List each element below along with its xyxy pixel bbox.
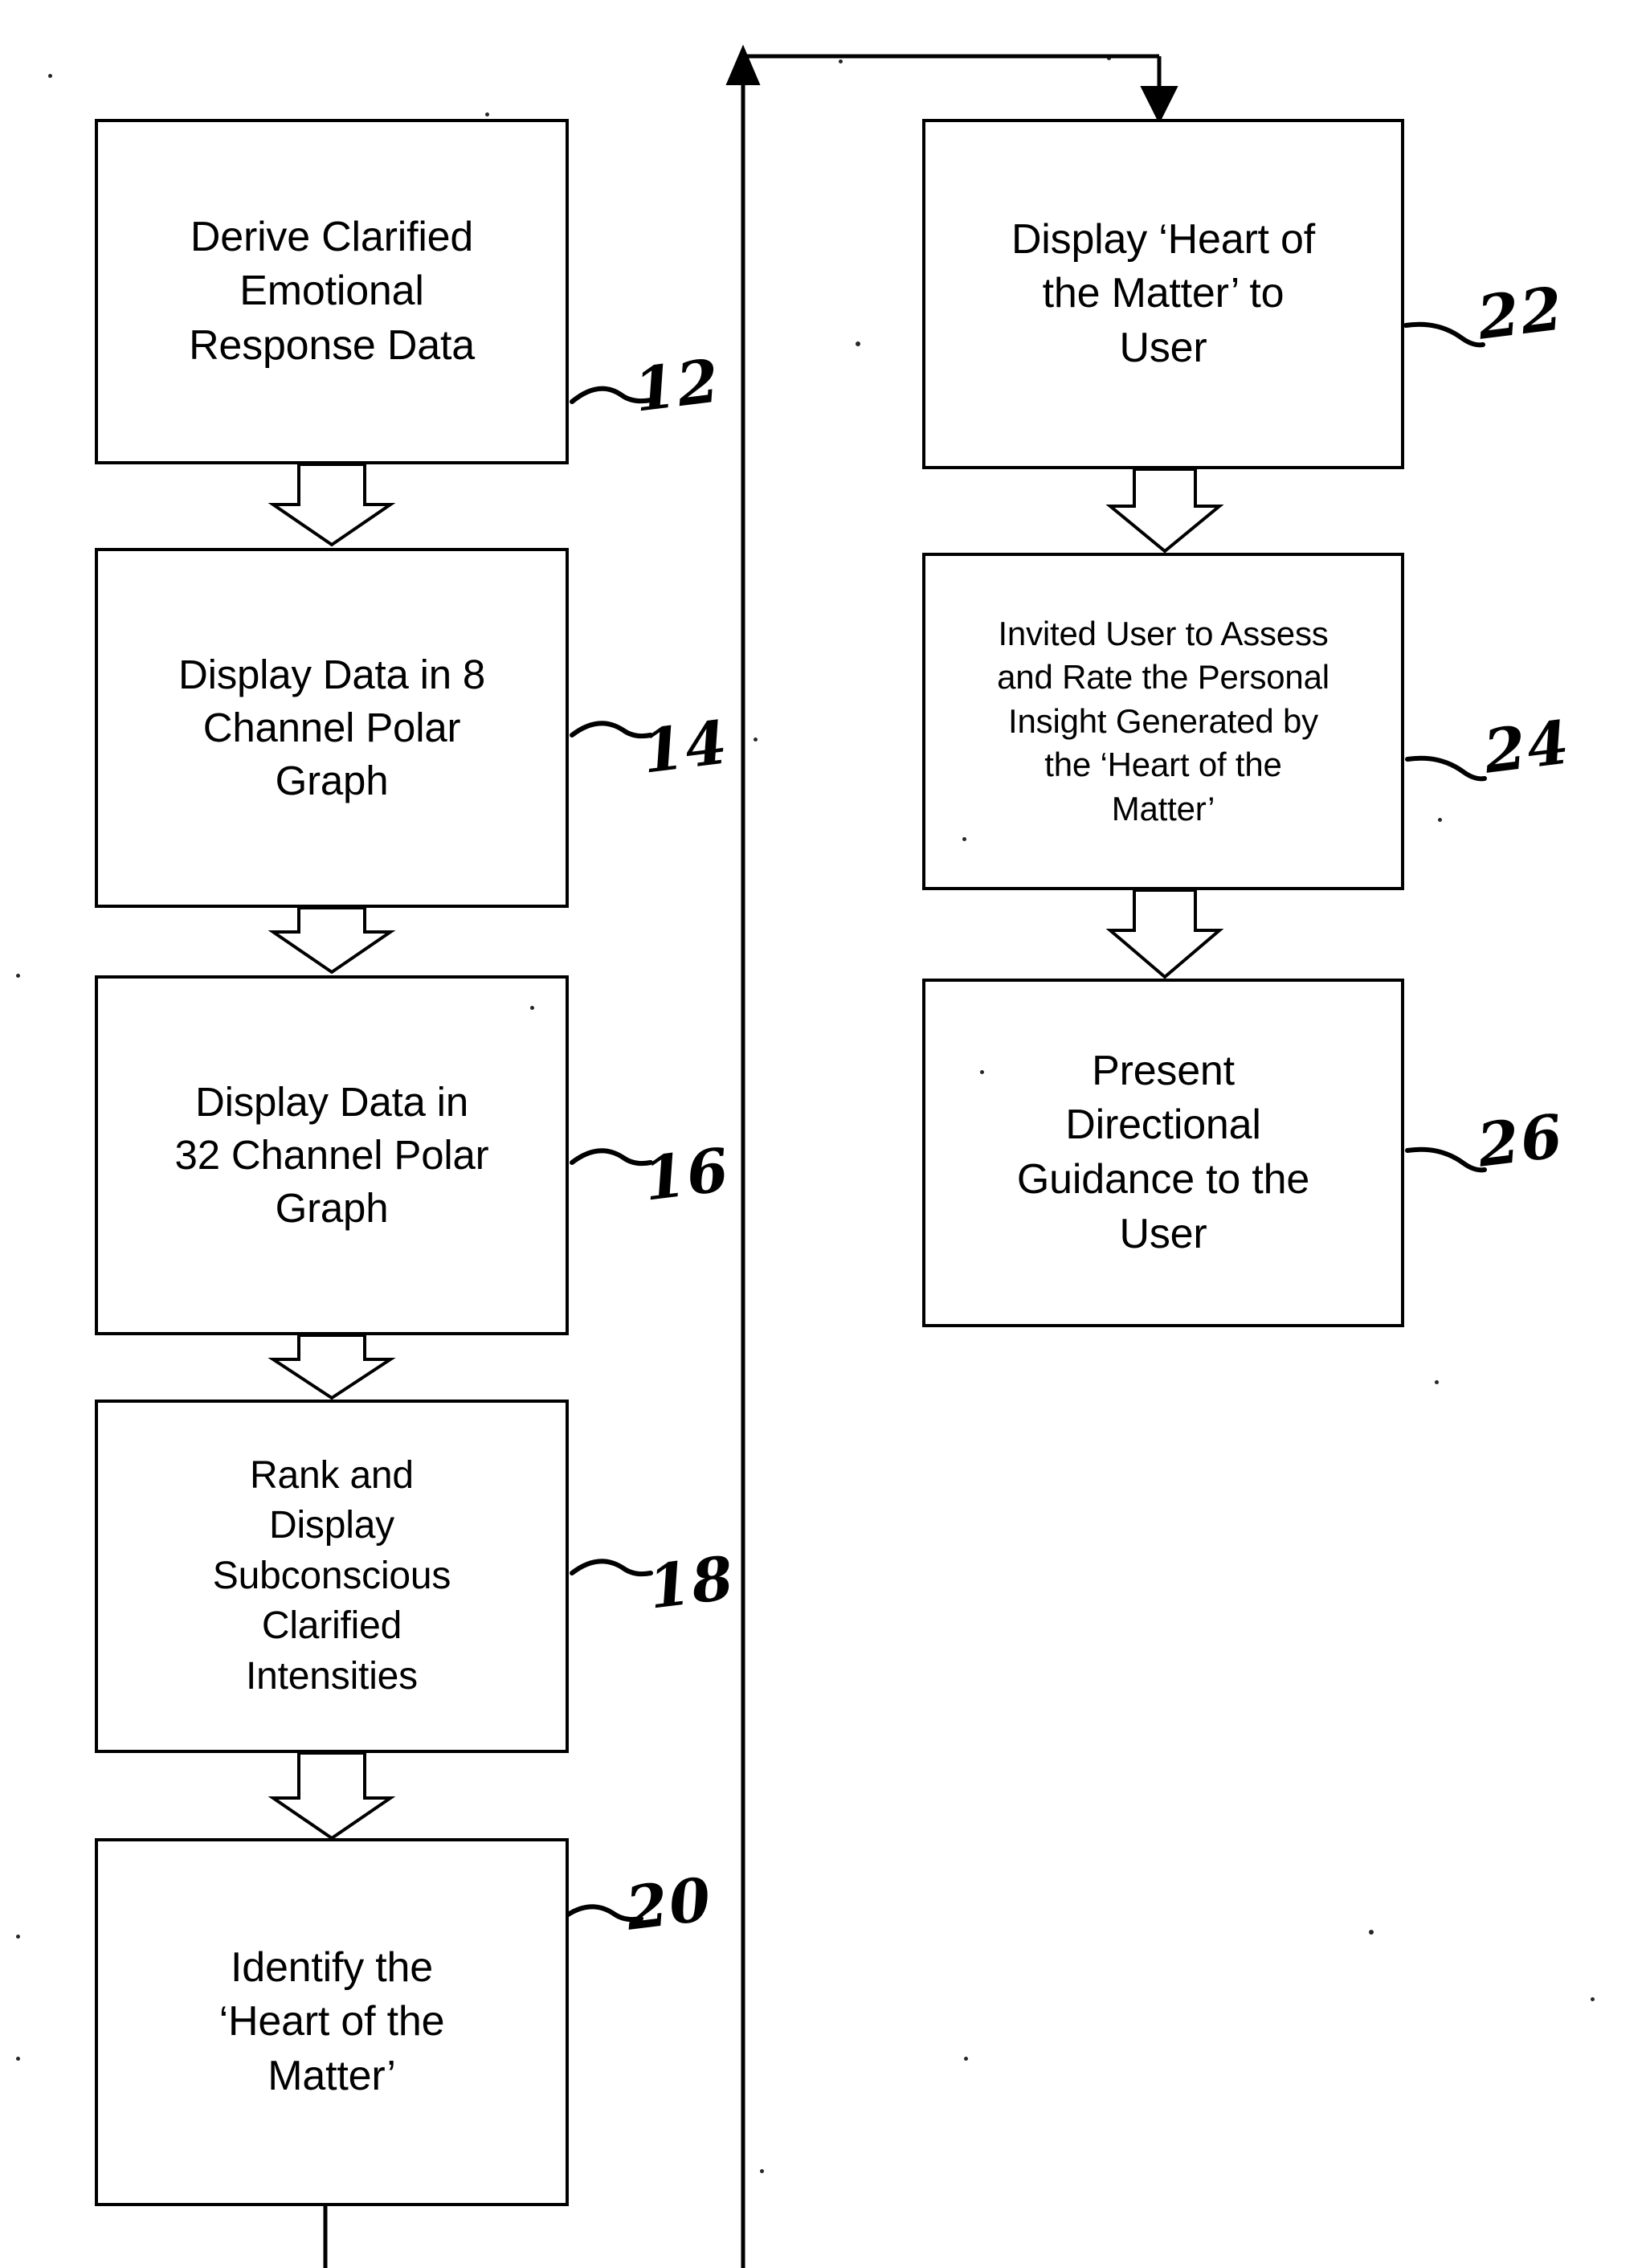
leader-22: [1403, 321, 1485, 348]
reference-numeral-24: 24: [1480, 708, 1575, 787]
process-box-display-heart-of-the-matter-to-user[interactable]: Display ‘Heart of the Matter’ to User: [922, 119, 1404, 469]
leader-16: [570, 1148, 653, 1167]
scan-speck: [1591, 1997, 1595, 2001]
process-box-label: Present Directional Guidance to the User: [1016, 1047, 1310, 1257]
scan-speck: [16, 1935, 20, 1939]
process-box-invite-user-assess-rate-personal-insight[interactable]: Invited User to Assess and Rate the Pers…: [922, 553, 1404, 890]
scan-speck: [16, 2057, 20, 2061]
process-box-rank-display-subconscious-clarified-intensities[interactable]: Rank and Display Subconscious Clarified …: [95, 1400, 569, 1753]
scan-speck: [1438, 818, 1442, 822]
process-box-label: Invited User to Assess and Rate the Pers…: [997, 614, 1329, 828]
process-box-label: Rank and Display Subconscious Clarified …: [212, 1454, 451, 1698]
reference-numeral-14: 14: [638, 708, 733, 787]
scan-speck: [760, 2169, 764, 2173]
reference-numeral-22: 22: [1473, 274, 1568, 353]
scan-speck: [1369, 1930, 1374, 1935]
leader-26: [1405, 1146, 1487, 1173]
scan-speck: [839, 59, 843, 63]
reference-numeral-26: 26: [1473, 1101, 1568, 1181]
arrow-16-to-18: [268, 1334, 396, 1400]
scan-speck: [530, 1006, 534, 1010]
process-box-label: Display Data in 32 Channel Polar Graph: [174, 1078, 489, 1232]
process-box-label: Derive Clarified Emotional Response Data: [189, 213, 475, 369]
arrow-12-to-14: [268, 463, 396, 547]
patent-flowchart-figure: Derive Clarified Emotional Response Data…: [0, 0, 1646, 2268]
scan-speck: [1107, 56, 1111, 60]
reference-numeral-16: 16: [639, 1135, 734, 1215]
scan-speck: [980, 1070, 984, 1074]
scan-speck: [964, 2057, 968, 2061]
scan-speck: [485, 112, 489, 116]
leader-18: [570, 1559, 653, 1577]
scan-speck: [962, 837, 966, 841]
process-box-label: Display Data in 8 Channel Polar Graph: [178, 651, 486, 804]
scan-speck: [1435, 1380, 1439, 1384]
process-box-label: Identify the ‘Heart of the Matter’: [219, 1943, 445, 2099]
scan-speck: [48, 74, 52, 78]
scan-speck: [754, 738, 758, 742]
arrow-14-to-16: [268, 906, 396, 975]
arrow-22-to-24: [1105, 468, 1224, 554]
process-box-identify-heart-of-the-matter[interactable]: Identify the ‘Heart of the Matter’: [95, 1838, 569, 2206]
feedback-arrowhead-down: [1140, 86, 1178, 125]
arrow-24-to-26: [1105, 889, 1224, 979]
process-box-display-data-32-channel-polar-graph[interactable]: Display Data in 32 Channel Polar Graph: [95, 975, 569, 1335]
process-box-derive-clarified-emotional-response-data[interactable]: Derive Clarified Emotional Response Data: [95, 119, 569, 464]
reference-numeral-20: 20: [622, 1865, 717, 1944]
process-box-display-data-8-channel-polar-graph[interactable]: Display Data in 8 Channel Polar Graph: [95, 548, 569, 908]
scan-speck: [16, 974, 20, 978]
process-box-label: Display ‘Heart of the Matter’ to User: [1011, 215, 1316, 371]
scan-speck: [856, 341, 860, 346]
arrow-18-to-20: [268, 1751, 396, 1841]
leader-24: [1405, 755, 1487, 782]
reference-numeral-18: 18: [644, 1543, 739, 1623]
process-box-present-directional-guidance-to-user[interactable]: Present Directional Guidance to the User: [922, 979, 1404, 1327]
reference-numeral-12: 12: [630, 346, 725, 426]
feedback-arrowhead-up: [725, 44, 761, 85]
